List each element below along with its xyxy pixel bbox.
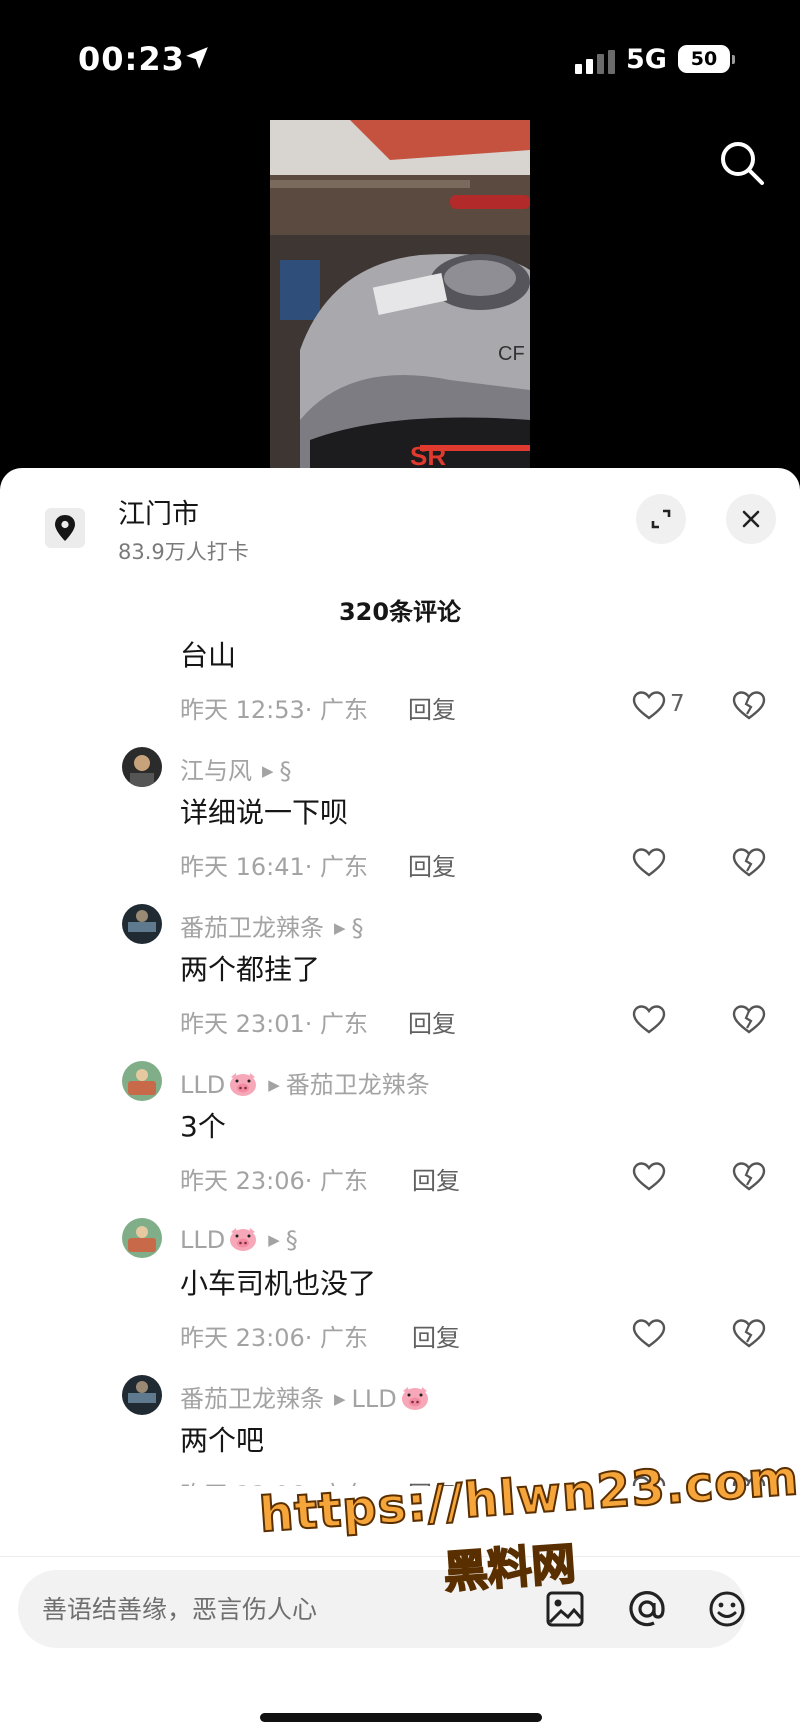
reply-button[interactable]: 回复 bbox=[412, 1318, 460, 1353]
comment-item: 秋凌▶§ 台山 昨天 12:53· 广东 回复 7 bbox=[0, 640, 800, 747]
video-frame: CF SR bbox=[270, 120, 530, 470]
avatar[interactable] bbox=[122, 904, 162, 944]
reply-arrow-icon: ▶ bbox=[334, 1390, 346, 1408]
reply-button[interactable]: 回复 bbox=[408, 690, 456, 725]
reply-arrow-icon: ▶ bbox=[268, 1231, 280, 1249]
reply-button[interactable]: 回复 bbox=[408, 1004, 456, 1039]
broken-heart-icon[interactable] bbox=[732, 690, 766, 722]
comment-reply-to[interactable]: LLD bbox=[352, 1385, 397, 1413]
comment-text: 小车司机也没了 bbox=[180, 1267, 377, 1300]
comment-reply-to[interactable]: § bbox=[286, 1226, 298, 1254]
broken-heart-icon[interactable] bbox=[732, 1004, 766, 1036]
close-button[interactable] bbox=[726, 494, 776, 544]
like-count: 7 bbox=[670, 691, 685, 717]
location-city[interactable]: 江门市 bbox=[118, 492, 199, 531]
location-checkins: 83.9万人打卡 bbox=[118, 540, 249, 564]
heart-icon[interactable] bbox=[632, 1318, 666, 1350]
comment-time: 昨天 23:06· 广东 bbox=[180, 1324, 369, 1352]
avatar[interactable] bbox=[122, 1218, 162, 1258]
pig-emoji bbox=[230, 1228, 257, 1251]
search-icon[interactable] bbox=[717, 138, 767, 188]
reply-arrow-icon: ▶ bbox=[334, 919, 346, 937]
comment-reply-to[interactable]: 番茄卫龙辣条 bbox=[286, 1071, 430, 1099]
broken-heart-icon[interactable] bbox=[732, 1318, 766, 1350]
comment-text: 台山 bbox=[180, 640, 237, 672]
comment-author-line: LLD ▶ § bbox=[180, 1222, 298, 1254]
comment-text: 详细说一下呗 bbox=[180, 796, 349, 829]
comment-list[interactable]: 秋凌▶§ 台山 昨天 12:53· 广东 回复 7 江与风 ▶ § 详细说一下呗 昨… bbox=[0, 640, 800, 1486]
heart-icon[interactable] bbox=[632, 690, 666, 722]
comment-author[interactable]: 江与风 bbox=[180, 757, 252, 785]
broken-heart-icon[interactable] bbox=[732, 1161, 766, 1193]
pig-emoji bbox=[230, 1073, 257, 1096]
map-pin-icon bbox=[55, 515, 75, 541]
comment-author-line: 番茄卫龙辣条 ▶ LLD bbox=[180, 1379, 430, 1414]
comment-text: 两个吧 bbox=[180, 1424, 265, 1457]
comment-author-line: 番茄卫龙辣条 ▶ § bbox=[180, 908, 364, 943]
status-time: 00:23 bbox=[78, 40, 185, 78]
home-indicator[interactable] bbox=[260, 1713, 542, 1722]
reply-button[interactable]: 回复 bbox=[412, 1161, 460, 1196]
network-type: 5G bbox=[626, 44, 667, 75]
reply-button[interactable]: 回复 bbox=[408, 847, 456, 882]
status-bar: 00:23 5G 50 bbox=[0, 0, 800, 110]
comment-item: LLD ▶ 番茄卫龙辣条 3个 昨天 23:06· 广东 回复 bbox=[0, 1061, 800, 1218]
comment-time: 昨天 23:06· 广东 bbox=[180, 1167, 369, 1195]
avatar[interactable] bbox=[122, 1375, 162, 1415]
reply-arrow-icon: ▶ bbox=[262, 762, 274, 780]
battery-nub bbox=[732, 55, 735, 64]
heart-icon[interactable] bbox=[632, 1004, 666, 1036]
svg-text:CF: CF bbox=[498, 343, 525, 365]
comment-author[interactable]: 番茄卫龙辣条 bbox=[180, 914, 324, 942]
signal-bars-icon bbox=[575, 50, 615, 74]
comment-author[interactable]: LLD bbox=[180, 1226, 225, 1254]
broken-heart-icon[interactable] bbox=[732, 847, 766, 879]
location-badge[interactable] bbox=[45, 508, 85, 548]
comment-time: 昨天 16:41· 广东 bbox=[180, 853, 369, 881]
comment-time: 昨天 23:01· 广东 bbox=[180, 1010, 369, 1038]
location-arrow-icon bbox=[186, 47, 208, 69]
comment-text: 两个都挂了 bbox=[180, 953, 321, 986]
comment-author[interactable]: LLD bbox=[180, 1071, 225, 1099]
comment-author[interactable]: 番茄卫龙辣条 bbox=[180, 1385, 324, 1413]
comment-item: 江与风 ▶ § 详细说一下呗 昨天 16:41· 广东 回复 bbox=[0, 747, 800, 904]
comment-reply-to[interactable]: § bbox=[280, 757, 292, 785]
comment-item: 番茄卫龙辣条 ▶ § 两个都挂了 昨天 23:01· 广东 回复 bbox=[0, 904, 800, 1061]
watermark-name: 黑料网 bbox=[441, 1538, 578, 1600]
video-player[interactable]: CF SR bbox=[270, 120, 530, 470]
avatar[interactable] bbox=[122, 747, 162, 787]
comment-reply-to[interactable]: § bbox=[352, 914, 364, 942]
heart-icon[interactable] bbox=[632, 1161, 666, 1193]
comment-author-line: 江与风 ▶ § bbox=[180, 751, 292, 786]
pig-emoji bbox=[401, 1387, 428, 1410]
comment-author-line: LLD ▶ 番茄卫龙辣条 bbox=[180, 1065, 430, 1100]
battery-level: 50 bbox=[678, 45, 730, 73]
comment-time: 昨天 12:53· 广东 bbox=[180, 696, 369, 724]
comment-text: 3个 bbox=[180, 1110, 226, 1143]
comment-count-title: 320条评论 bbox=[338, 598, 462, 626]
avatar[interactable] bbox=[122, 1061, 162, 1101]
heart-icon[interactable] bbox=[632, 847, 666, 879]
reply-arrow-icon: ▶ bbox=[268, 1076, 280, 1094]
expand-icon bbox=[651, 509, 671, 529]
expand-button[interactable] bbox=[636, 494, 686, 544]
comment-item: LLD ▶ § 小车司机也没了 昨天 23:06· 广东 回复 bbox=[0, 1218, 800, 1375]
close-icon bbox=[742, 510, 760, 528]
